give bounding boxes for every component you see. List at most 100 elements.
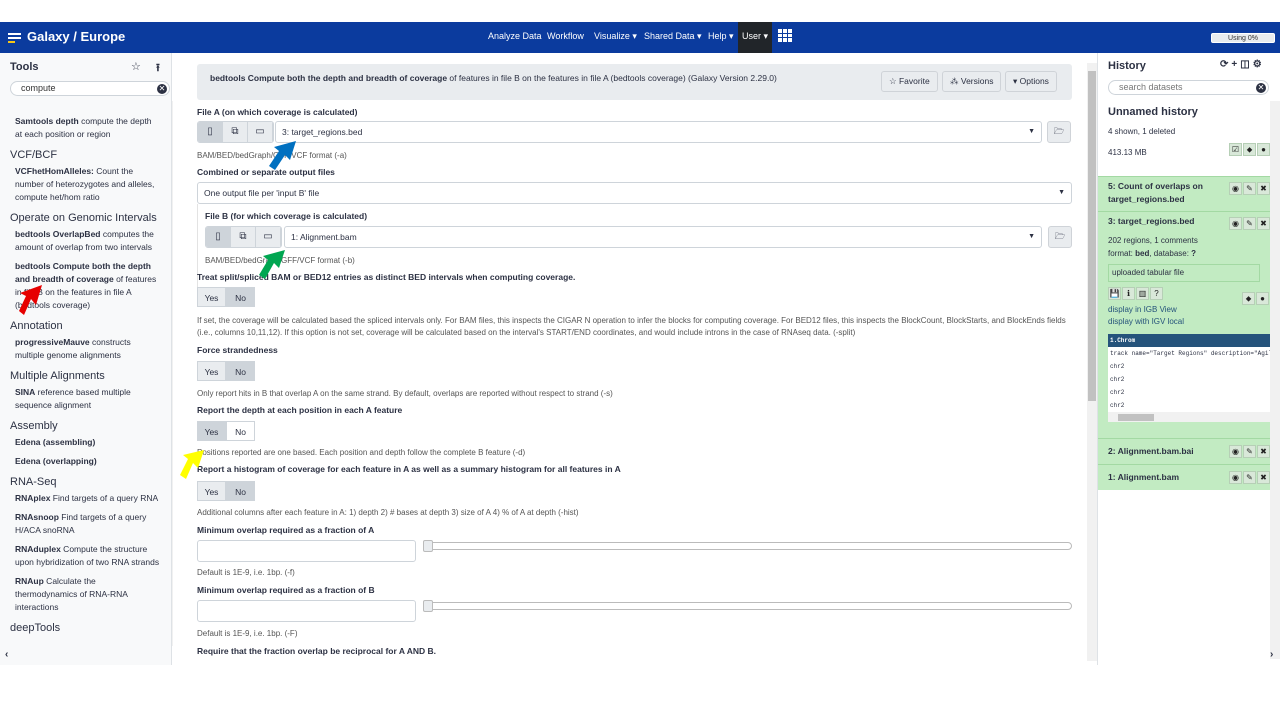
options-button[interactable]: ▾ Options: [1005, 71, 1057, 92]
browse-folder-icon[interactable]: 🗁: [1047, 121, 1071, 143]
delete-icon[interactable]: ✖: [1257, 471, 1270, 484]
eye-icon[interactable]: ◉: [1229, 445, 1242, 458]
depth-no[interactable]: No: [226, 421, 255, 441]
apps-grid-icon[interactable]: [778, 29, 792, 42]
nav-analyze-data[interactable]: Analyze Data: [488, 31, 542, 41]
collapse-panel-icon[interactable]: ‹: [5, 649, 8, 660]
split-no[interactable]: No: [226, 287, 255, 307]
hist-yes[interactable]: Yes: [197, 481, 226, 501]
history-name[interactable]: Unnamed history: [1108, 106, 1198, 118]
delete-icon[interactable]: ✖: [1257, 445, 1270, 458]
columns-icon[interactable]: ◫: [1240, 59, 1252, 70]
tool-item[interactable]: SINA reference based multiple sequence a…: [15, 386, 160, 412]
depth-toggle[interactable]: Yes No: [197, 421, 255, 441]
delete-icon[interactable]: ✖: [1257, 217, 1270, 230]
nav-user[interactable]: User ▾: [738, 22, 772, 53]
info-icon[interactable]: ℹ: [1122, 287, 1135, 300]
save-icon[interactable]: 💾: [1108, 287, 1121, 300]
hist-no[interactable]: No: [226, 481, 255, 501]
history-search-input[interactable]: search datasets: [1108, 80, 1269, 95]
slider-handle[interactable]: [423, 540, 433, 552]
refresh-icon[interactable]: ⟳: [1220, 59, 1231, 70]
depth-yes[interactable]: Yes: [197, 421, 226, 441]
nav-shared-data[interactable]: Shared Data ▾: [644, 31, 702, 42]
strand-no[interactable]: No: [226, 361, 255, 381]
tool-item[interactable]: RNAduplex Compute the structure upon hyb…: [15, 543, 160, 569]
dataset-3[interactable]: 3: target_regions.bed ◉ ✎ ✖ 202 regions, 1…: [1098, 211, 1270, 438]
min-b-input[interactable]: [197, 600, 416, 622]
dataset-2[interactable]: 2: Alignment.bam.bai ◉ ✎ ✖: [1098, 438, 1270, 464]
gear-icon[interactable]: ⚙: [1253, 59, 1265, 70]
upload-icon[interactable]: ⭱: [156, 59, 160, 78]
min-a-slider[interactable]: [423, 540, 1072, 552]
tool-item[interactable]: VCFhetHomAlleles: Count the number of he…: [15, 165, 160, 204]
comment-icon[interactable]: ●: [1257, 143, 1270, 156]
file-b-select[interactable]: 1: Alignment.bam ▼: [284, 226, 1042, 248]
tool-section-header[interactable]: Operate on Genomic Intervals: [10, 212, 172, 224]
file-a-select[interactable]: 3: target_regions.bed ▼: [275, 121, 1042, 143]
comment-icon[interactable]: ●: [1256, 292, 1269, 305]
favorites-star-icon[interactable]: ☆: [131, 60, 141, 73]
tags-icon[interactable]: ⬥: [1242, 292, 1255, 305]
min-a-input[interactable]: [197, 540, 416, 562]
nav-workflow[interactable]: Workflow: [547, 31, 584, 41]
dataset-5[interactable]: 5: Count of overlaps on target_regions.b…: [1098, 176, 1270, 211]
tool-item[interactable]: Edena (overlapping): [15, 455, 160, 468]
peek-scrollbar[interactable]: [1108, 412, 1270, 422]
dataset-title[interactable]: 5: Count of overlaps on target_regions.b…: [1108, 180, 1218, 206]
tool-section-header[interactable]: RNA-Seq: [10, 476, 172, 488]
single-dataset-icon[interactable]: ▯: [198, 122, 223, 142]
tool-item[interactable]: Edena (assembling): [15, 436, 160, 449]
help-icon[interactable]: ?: [1150, 287, 1163, 300]
display-igb-link[interactable]: display in IGB View: [1108, 304, 1260, 316]
favorite-button[interactable]: ☆ Favorite: [881, 71, 938, 92]
dataset-annotation[interactable]: uploaded tabular file: [1108, 264, 1260, 282]
split-yes[interactable]: Yes: [197, 287, 226, 307]
pencil-icon[interactable]: ✎: [1243, 182, 1256, 195]
slider-handle[interactable]: [423, 600, 433, 612]
brand-link[interactable]: Galaxy / Europe: [8, 29, 125, 45]
nav-visualize[interactable]: Visualize ▾: [594, 31, 637, 42]
eye-icon[interactable]: ◉: [1229, 217, 1242, 230]
tool-section-header[interactable]: Assembly: [10, 420, 172, 432]
quota-meter[interactable]: Using 0%: [1211, 33, 1275, 43]
eye-icon[interactable]: ◉: [1229, 471, 1242, 484]
tags-icon[interactable]: ⬥: [1243, 143, 1256, 156]
tool-section-header[interactable]: deepTools: [10, 622, 172, 634]
clear-search-icon[interactable]: ✕: [157, 84, 167, 94]
pencil-icon[interactable]: ✎: [1243, 217, 1256, 230]
plus-icon[interactable]: +: [1231, 59, 1240, 70]
strand-yes[interactable]: Yes: [197, 361, 226, 381]
combined-select[interactable]: One output file per 'input B' file ▼: [197, 182, 1072, 204]
browse-folder-icon[interactable]: 🗁: [1048, 226, 1072, 248]
single-dataset-icon[interactable]: ▯: [206, 227, 231, 247]
collapse-history-icon[interactable]: ›: [1270, 649, 1273, 660]
pencil-icon[interactable]: ✎: [1243, 471, 1256, 484]
tool-search-input[interactable]: compute: [10, 81, 170, 96]
history-scrollbar[interactable]: [1270, 101, 1280, 659]
tool-item[interactable]: RNAup Calculate the thermodynamics of RN…: [15, 575, 160, 614]
check-square-icon[interactable]: ☑: [1229, 143, 1242, 156]
tool-section-header[interactable]: Annotation: [10, 320, 172, 332]
tool-item[interactable]: RNAsnoop Find targets of a query H/ACA s…: [15, 511, 160, 537]
tool-item[interactable]: RNAplex Find targets of a query RNA: [15, 492, 160, 505]
delete-icon[interactable]: ✖: [1257, 182, 1270, 195]
tool-item[interactable]: Samtools depth compute the depth at each…: [15, 115, 160, 141]
collection-folder-icon[interactable]: ▭: [256, 227, 281, 247]
form-scrollbar[interactable]: [1087, 63, 1097, 661]
eye-icon[interactable]: ◉: [1229, 182, 1242, 195]
collection-folder-icon[interactable]: ▭: [248, 122, 273, 142]
pencil-icon[interactable]: ✎: [1243, 445, 1256, 458]
multiple-datasets-icon[interactable]: ⧉: [231, 227, 256, 247]
chart-icon[interactable]: ▥: [1136, 287, 1149, 300]
dataset-1[interactable]: 1: Alignment.bam ◉ ✎ ✖: [1098, 464, 1270, 490]
hist-toggle[interactable]: Yes No: [197, 481, 255, 501]
tool-section-header[interactable]: VCF/BCF: [10, 149, 172, 161]
nav-help[interactable]: Help ▾: [708, 31, 734, 42]
tool-item[interactable]: bedtools Compute both the depth and brea…: [15, 260, 160, 312]
multiple-datasets-icon[interactable]: ⧉: [223, 122, 248, 142]
tool-section-header[interactable]: Multiple Alignments: [10, 370, 172, 382]
clear-search-icon[interactable]: ✕: [1256, 83, 1266, 93]
versions-button[interactable]: ⁂ Versions: [942, 71, 1002, 92]
display-igv-link[interactable]: display with IGV local: [1108, 316, 1260, 328]
